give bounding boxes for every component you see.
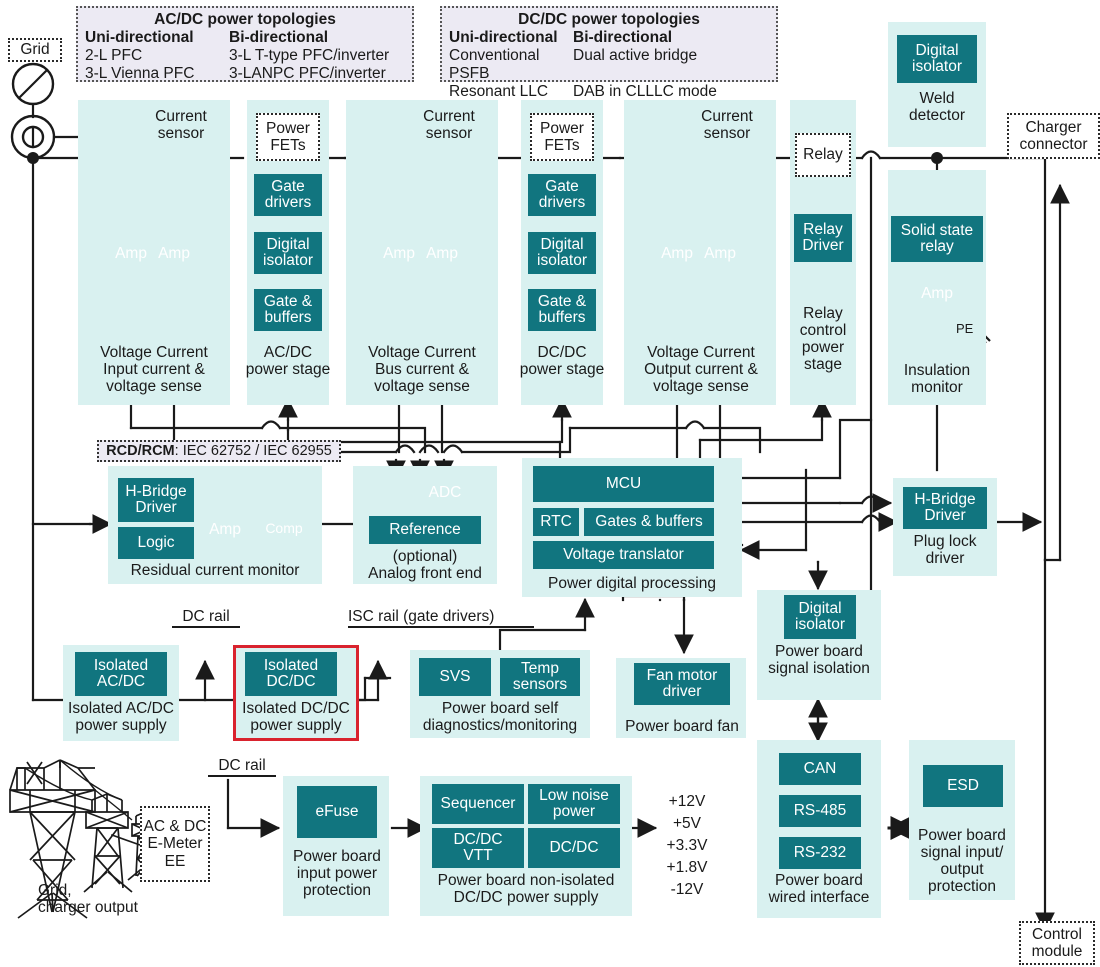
input-power-protection-caption: Power board input power protection bbox=[293, 848, 381, 900]
acdc-bi-row-0: 3-L T-type PFC/inverter bbox=[229, 46, 390, 64]
rail-output-0: +12V bbox=[668, 793, 706, 810]
acdc-uni-row-0: 2-L PFC bbox=[85, 46, 143, 64]
self-diagnostics-caption: Power board self diagnostics/monitoring bbox=[422, 700, 578, 735]
reference-block: Reference bbox=[369, 516, 481, 544]
rs485-block: RS-485 bbox=[779, 795, 861, 827]
dcdc-bi-header: Bi-directional bbox=[573, 28, 673, 46]
amp-label-1b: Amp bbox=[158, 245, 190, 262]
dcdc-uni-row-0: Conventional PSFB bbox=[449, 46, 540, 82]
insulation-monitor-caption: Insulation monitor bbox=[903, 362, 971, 397]
rtc-block: RTC bbox=[533, 508, 579, 536]
acdc-uni-header: Uni-directional bbox=[85, 28, 194, 46]
acdc-topologies-title: AC/DC power topologies bbox=[154, 11, 336, 28]
isolated-dcdc-chip: Isolated DC/DC bbox=[245, 652, 337, 696]
relay-driver: Relay Driver bbox=[794, 214, 852, 262]
rcd-rcm-note: RCD/RCMRCD/RCM: IEC 62752 / IEC 62955: I… bbox=[97, 440, 341, 462]
power-board-fan-caption: Power board fan bbox=[625, 718, 739, 735]
relay-control-caption: Relay control power stage bbox=[799, 305, 847, 374]
dcdc-vtt-block: DC/DC VTT bbox=[432, 828, 524, 868]
dcdc-power-stage-caption: DC/DC power stage bbox=[519, 344, 605, 379]
plug-lock-driver-caption: Plug lock driver bbox=[913, 533, 977, 568]
power-board-signal-isolation-caption: Power board signal isolation bbox=[768, 643, 870, 678]
dcdc-block: DC/DC bbox=[528, 828, 620, 868]
rail-output-2: +3.3V bbox=[666, 837, 708, 854]
rail-output-1: +5V bbox=[672, 815, 701, 832]
gate-drivers-2: Gate drivers bbox=[528, 174, 596, 216]
grid-tower-caption: Grid, charger output bbox=[38, 882, 138, 917]
isolated-dcdc-caption: Isolated DC/DC power supply bbox=[242, 700, 350, 735]
amp-label-2b: Amp bbox=[426, 245, 458, 262]
dcdc-topologies-title: DC/DC power topologies bbox=[518, 11, 700, 28]
e-meter-callout: AC & DC E-Meter EE bbox=[140, 806, 210, 882]
rail-output-4: -12V bbox=[670, 881, 704, 898]
dcdc-uni-header: Uni-directional bbox=[449, 28, 558, 46]
gate-drivers-1: Gate drivers bbox=[254, 174, 322, 216]
rail-output-3: +1.8V bbox=[666, 859, 708, 876]
power-digital-processing-caption: Power digital processing bbox=[547, 575, 716, 592]
wired-interface-caption: Power board wired interface bbox=[768, 872, 870, 907]
analog-front-end-caption: (optional) Analog front end bbox=[368, 548, 482, 583]
rcm-logic: Logic bbox=[118, 527, 194, 559]
current-sensor-label-3: Current sensor bbox=[701, 108, 753, 143]
solid-state-relay: Solid state relay bbox=[891, 216, 983, 262]
temp-sensors-block: Temp sensors bbox=[500, 658, 580, 696]
acdc-bi-row-1: 3-LANPC PFC/inverter bbox=[229, 64, 386, 82]
isolated-acdc-caption: Isolated AC/DC power supply bbox=[68, 700, 174, 735]
efuse-block: eFuse bbox=[297, 786, 377, 838]
gate-buffers-2: Gate & buffers bbox=[528, 289, 596, 331]
input-sense-caption: Voltage Current Input current & voltage s… bbox=[100, 344, 208, 396]
isc-rail-label: ISC rail (gate drivers) bbox=[348, 608, 534, 629]
amp-label-3b: Amp bbox=[704, 245, 736, 262]
pe-label: PE bbox=[956, 321, 974, 336]
weld-detector-isolator: Digital isolator bbox=[897, 35, 977, 83]
dc-rail-label-top: DC rail bbox=[172, 608, 240, 629]
isolated-acdc-chip: Isolated AC/DC bbox=[75, 652, 167, 696]
dc-rail-label-bottom: DC rail bbox=[208, 757, 276, 778]
digital-isolator-2: Digital isolator bbox=[528, 232, 596, 274]
control-module: Control module bbox=[1019, 921, 1095, 965]
insulation-amp-label: Amp bbox=[921, 285, 953, 302]
voltage-translator-block: Voltage translator bbox=[533, 541, 714, 569]
output-sense-caption: Voltage Current Output current & voltage … bbox=[644, 344, 758, 396]
sequencer-block: Sequencer bbox=[432, 784, 524, 824]
acdc-power-stage-caption: AC/DC power stage bbox=[245, 344, 331, 379]
digital-isolator-1: Digital isolator bbox=[254, 232, 322, 274]
adc-label: ADC bbox=[428, 484, 462, 501]
grid-label: Grid bbox=[8, 38, 62, 62]
rcm-amp-label: Amp bbox=[209, 521, 241, 538]
mcu-block: MCU bbox=[533, 466, 714, 502]
current-sensor-label-1: Current sensor bbox=[155, 108, 207, 143]
current-sensor-label-2: Current sensor bbox=[423, 108, 475, 143]
rail-output-list: +12V +5V +3.3V +1.8V -12V bbox=[655, 791, 719, 901]
acdc-bi-header: Bi-directional bbox=[229, 28, 329, 46]
block-diagram-canvas: AC/DC power topologies Uni-directional Bi… bbox=[0, 0, 1100, 967]
h-bridge-driver-rcm: H-Bridge Driver bbox=[118, 478, 194, 522]
can-block: CAN bbox=[779, 753, 861, 785]
power-fets-1: Power FETs bbox=[256, 113, 320, 161]
signal-isolation-chip: Digital isolator bbox=[784, 595, 856, 639]
dcdc-bi-row-1: DAB in CLLLC mode bbox=[573, 82, 717, 100]
dcdc-bi-row-0: Dual active bridge bbox=[573, 46, 698, 64]
bus-sense-caption: Voltage Current Bus current & voltage sen… bbox=[368, 344, 476, 396]
power-fets-2: Power FETs bbox=[530, 113, 594, 161]
signal-io-protection-caption: Power board signal input/ output protectio… bbox=[918, 827, 1006, 896]
svs-block: SVS bbox=[419, 658, 491, 696]
gate-buffers-1: Gate & buffers bbox=[254, 289, 322, 331]
acdc-uni-row-1: 3-L Vienna PFC bbox=[85, 64, 195, 82]
gates-buffers-block: Gates & buffers bbox=[584, 508, 714, 536]
charger-connector: Charger connector bbox=[1007, 113, 1100, 159]
dcdc-uni-row-1: Resonant LLC bbox=[449, 82, 549, 100]
weld-detector-caption: Weld detector bbox=[908, 90, 965, 125]
acdc-topologies-callout: AC/DC power topologies Uni-directional Bi… bbox=[76, 6, 414, 82]
fan-motor-driver: Fan motor driver bbox=[634, 663, 730, 705]
residual-current-monitor-caption: Residual current monitor bbox=[130, 562, 300, 579]
h-bridge-driver-plug-lock: H-Bridge Driver bbox=[903, 487, 987, 529]
non-isolated-supply-caption: Power board non-isolated DC/DC power supp… bbox=[437, 872, 615, 907]
relay-block: Relay bbox=[795, 133, 851, 177]
low-noise-power-block: Low noise power bbox=[528, 784, 620, 824]
esd-block: ESD bbox=[923, 765, 1003, 807]
rs232-block: RS-232 bbox=[779, 837, 861, 869]
dcdc-topologies-callout: DC/DC power topologies Uni-directional Bi… bbox=[440, 6, 778, 100]
rcm-comp-label: Comp bbox=[265, 520, 303, 536]
